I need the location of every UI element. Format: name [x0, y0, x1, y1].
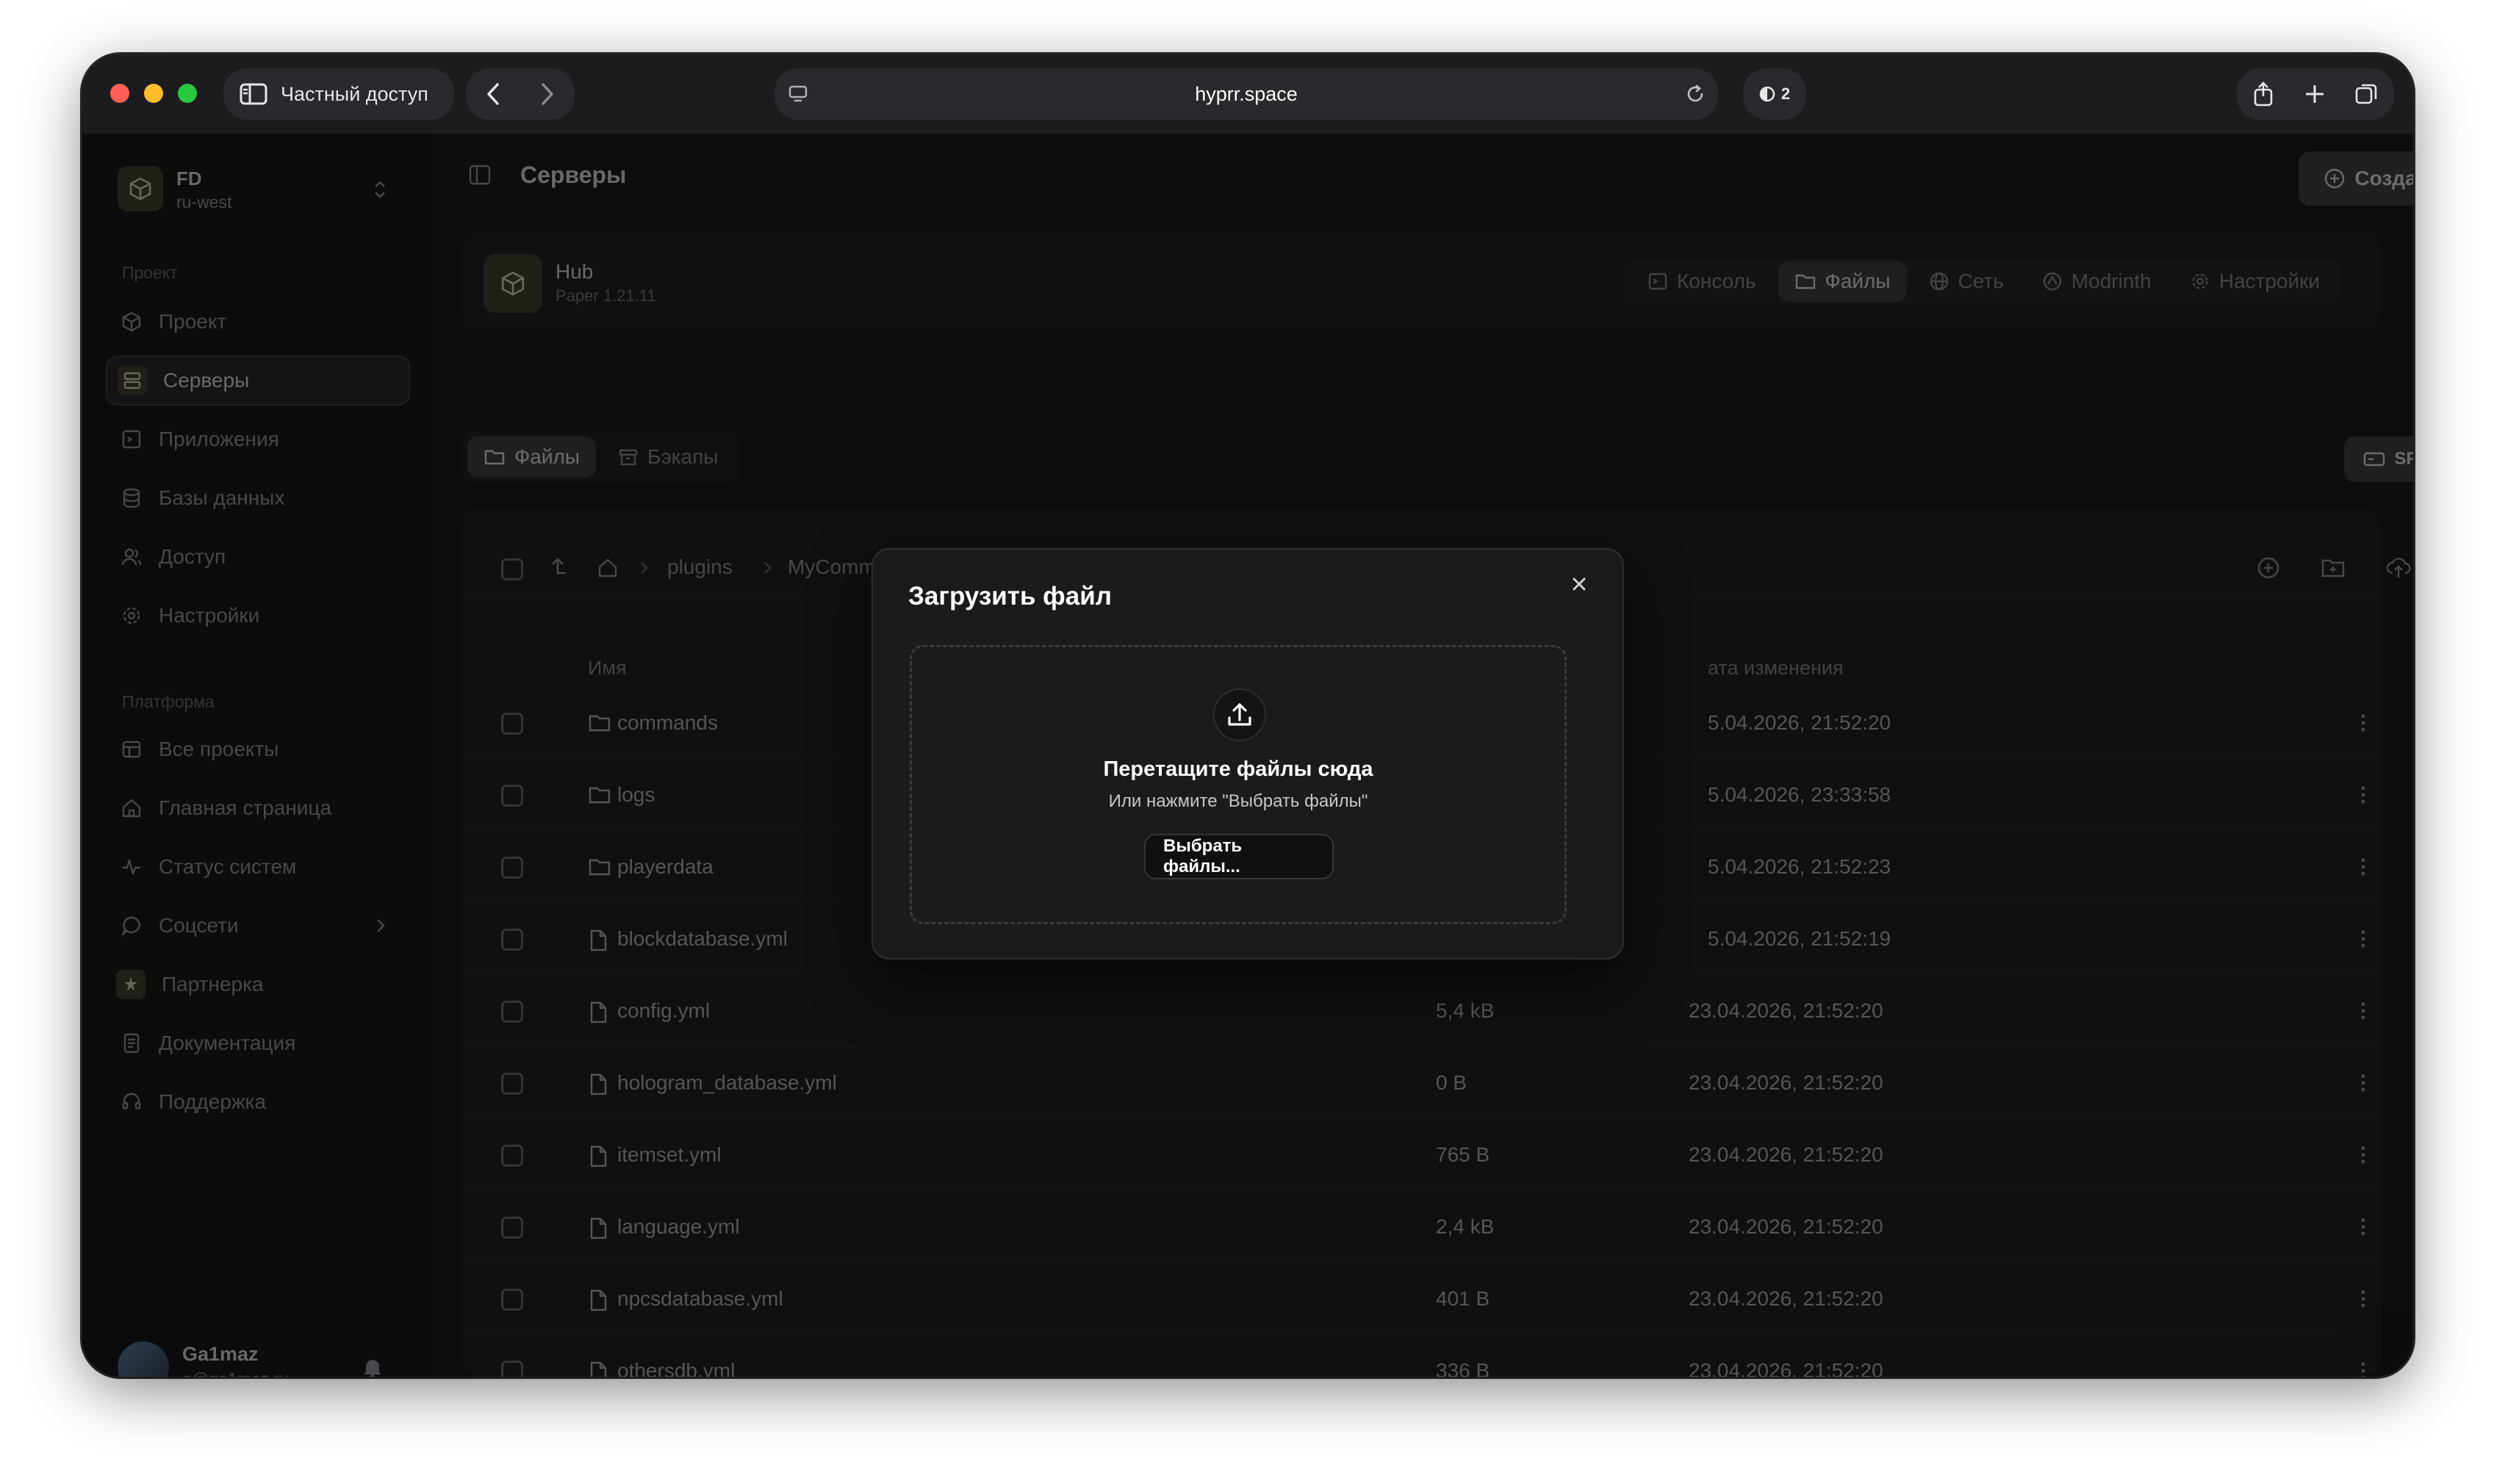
tabs-overview-icon[interactable] — [2354, 82, 2379, 107]
minimize-window-button[interactable] — [144, 84, 163, 103]
modal-title: Загрузить файл — [908, 582, 1113, 610]
url-text: hyprr.space — [1195, 82, 1298, 105]
close-icon[interactable] — [1570, 574, 1589, 594]
drop-zone[interactable]: Перетащите файлы сюда Или нажмите "Выбра… — [910, 645, 1567, 924]
browser-toolbar: Частный доступ hyprr.space 2 — [82, 54, 2413, 134]
sidebar-toggle-icon — [240, 83, 267, 105]
upload-modal: Загрузить файл Перетащите файлы сюда Или… — [872, 548, 1624, 959]
new-tab-icon[interactable] — [2304, 83, 2326, 105]
upload-icon — [1213, 688, 1266, 741]
privacy-shield[interactable]: 2 — [1743, 68, 1806, 120]
forward-button[interactable] — [539, 82, 556, 107]
close-window-button[interactable] — [110, 84, 129, 103]
choose-files-button[interactable]: Выбрать файлы... — [1144, 834, 1334, 879]
maximize-window-button[interactable] — [178, 84, 197, 103]
private-browsing-pill[interactable]: Частный доступ — [223, 68, 454, 120]
share-icon[interactable] — [2252, 81, 2275, 107]
toolbar-actions — [2237, 68, 2394, 120]
private-browsing-label: Частный доступ — [281, 82, 428, 105]
back-button[interactable] — [484, 82, 502, 107]
reload-icon[interactable] — [1684, 83, 1706, 105]
nav-buttons — [466, 68, 575, 120]
shield-count: 2 — [1780, 84, 1791, 103]
address-bar[interactable]: hyprr.space — [775, 68, 1718, 120]
page-settings-icon[interactable] — [788, 84, 808, 104]
drop-title: Перетащите файлы сюда — [1103, 757, 1373, 781]
drop-hint: Или нажмите "Выбрать файлы" — [1108, 791, 1368, 811]
shield-icon — [1759, 85, 1775, 103]
browser-window: Частный доступ hyprr.space 2 FD ru-west … — [82, 54, 2413, 1377]
